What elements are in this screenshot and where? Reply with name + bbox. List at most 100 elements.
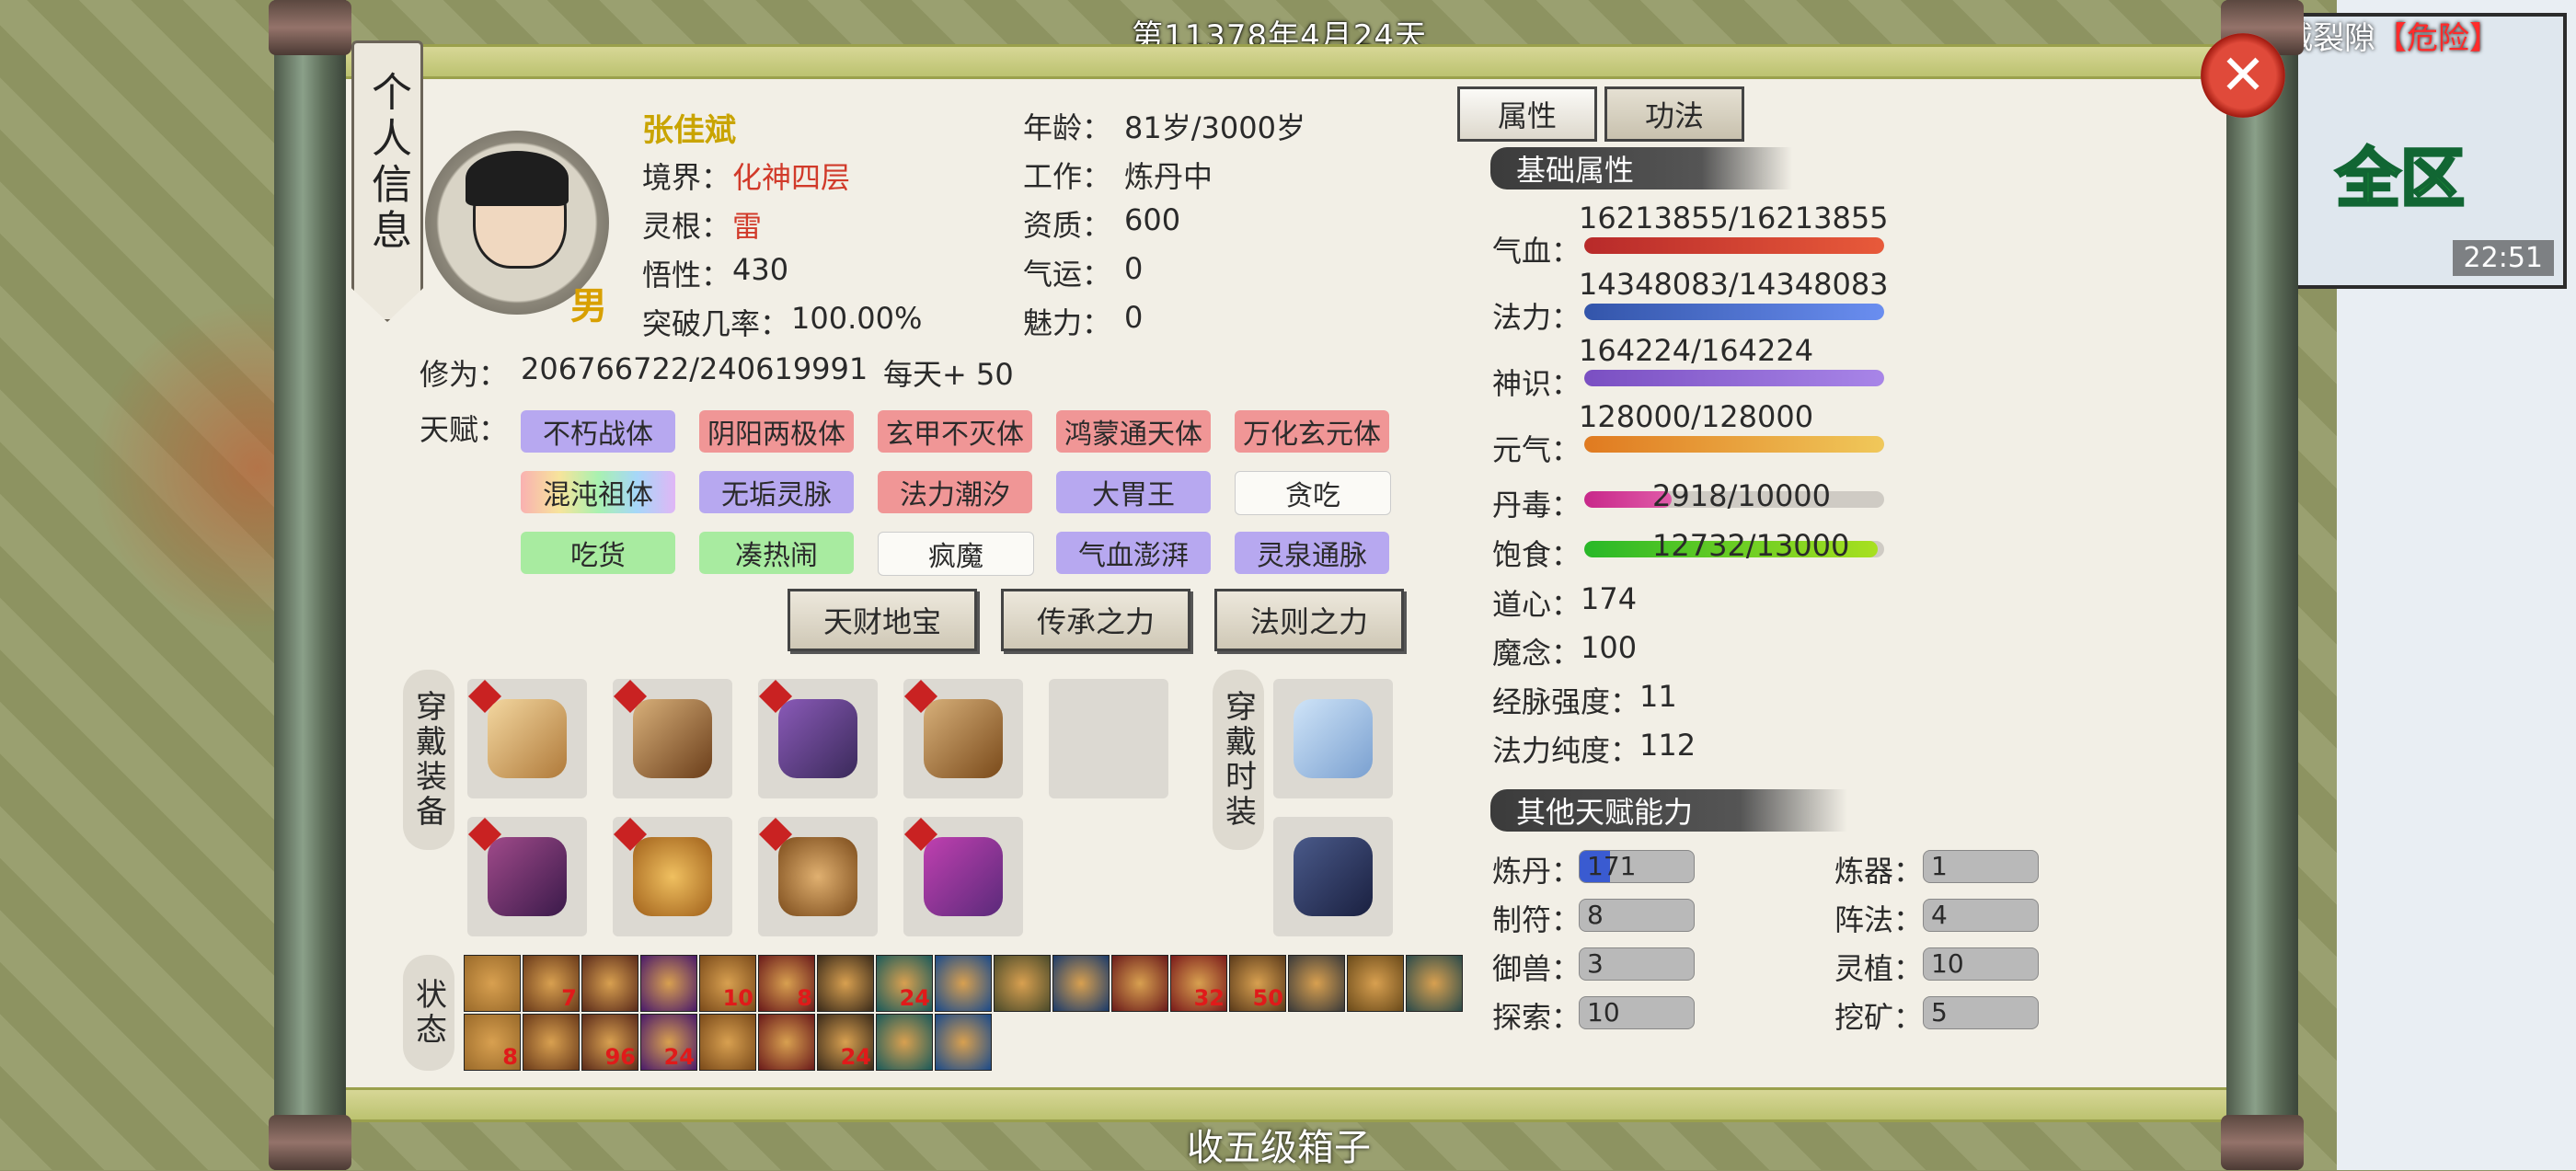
scroll-band-top [346, 44, 2226, 79]
attribute-value: 174 [1581, 581, 1638, 616]
panel-title-ribbon: 个人信息 [351, 40, 423, 322]
stat-value: 81岁/3000岁 [1124, 110, 1305, 145]
talent-chip[interactable]: 凑热闹 [699, 532, 854, 574]
equipment-icon [633, 837, 712, 916]
stat-label: 魅力： [1023, 305, 1112, 340]
talent-chip[interactable]: 气血澎湃 [1056, 532, 1211, 574]
talent-chip[interactable]: 玄甲不灭体 [878, 410, 1032, 453]
status-buff-icon[interactable]: 24 [640, 1014, 697, 1071]
scroll-rod-right [2226, 0, 2298, 1170]
attribute-value: 164224/164224 [1579, 333, 1814, 368]
stat-value: 炼丹中 [1124, 159, 1213, 194]
status-buff-icon[interactable]: 8 [464, 1014, 521, 1071]
status-buff-icon[interactable] [935, 955, 992, 1012]
equipment-icon [924, 699, 1003, 778]
talent-chip[interactable]: 鸿蒙通天体 [1056, 410, 1211, 453]
status-buff-icon[interactable] [1288, 955, 1345, 1012]
stat-value: 0 [1124, 300, 1144, 335]
talent-chip[interactable]: 疯魔 [878, 532, 1034, 576]
attribute-bar [1584, 304, 1884, 320]
action-button[interactable]: 法则之力 [1214, 589, 1404, 651]
stat-label: 年龄： [1023, 110, 1112, 145]
close-icon[interactable]: ✕ [2201, 33, 2285, 118]
fashion-slot[interactable] [1273, 817, 1393, 936]
status-buff-icon[interactable]: 7 [523, 955, 580, 1012]
status-buff-icon[interactable] [1052, 955, 1110, 1012]
equipment-slot[interactable] [467, 817, 587, 936]
stat-value: 600 [1124, 202, 1181, 237]
status-buff-icon[interactable]: 50 [1229, 955, 1286, 1012]
attribute-label: 神识： [1492, 366, 1581, 401]
talent-chip[interactable]: 吃货 [521, 532, 675, 574]
status-buff-icon[interactable] [758, 1014, 815, 1071]
tab-attributes[interactable]: 属性 [1457, 86, 1597, 142]
talent-chip[interactable]: 阴阳两极体 [699, 410, 854, 453]
ability-label: 阵法： [1834, 902, 1924, 937]
status-buff-icon[interactable] [1347, 955, 1404, 1012]
status-buff-icon[interactable] [876, 1014, 933, 1071]
attribute-bar-fill [1584, 237, 1884, 254]
ability-value: 171 [1587, 851, 1637, 881]
ability-value: 5 [1931, 997, 1948, 1027]
equipment-slot[interactable] [903, 817, 1023, 936]
attribute-label: 法力： [1492, 300, 1581, 335]
action-button[interactable]: 传承之力 [1001, 589, 1190, 651]
talent-chip[interactable]: 无垢灵脉 [699, 471, 854, 513]
tab-techniques[interactable]: 功法 [1604, 86, 1744, 142]
status-buff-icon[interactable]: 8 [758, 955, 815, 1012]
equipment-slot[interactable] [758, 679, 878, 798]
equipment-slot[interactable] [613, 679, 732, 798]
status-buff-icon[interactable] [523, 1014, 580, 1071]
stat-label: 气运： [1023, 257, 1112, 292]
talent-chip[interactable]: 贪吃 [1235, 471, 1391, 515]
buff-count: 10 [722, 985, 753, 1011]
status-buff-icon[interactable]: 10 [699, 955, 756, 1012]
attribute-label: 道心： [1492, 587, 1581, 622]
attribute-value: 100 [1581, 630, 1638, 665]
other-abilities-header: 其他天赋能力 [1490, 789, 1847, 832]
talent-chip[interactable]: 不朽战体 [521, 410, 675, 453]
status-buff-icon[interactable]: 24 [876, 955, 933, 1012]
status-buff-icon[interactable] [1406, 955, 1463, 1012]
talent-chip[interactable]: 法力潮汐 [878, 471, 1032, 513]
fashion-slot[interactable] [1273, 679, 1393, 798]
status-buff-icon[interactable] [994, 955, 1051, 1012]
talent-chip[interactable]: 混沌祖体 [521, 471, 675, 513]
action-button[interactable]: 天财地宝 [788, 589, 977, 651]
stat-label: 悟性： [642, 258, 731, 293]
talent-chip[interactable]: 万化玄元体 [1235, 410, 1389, 453]
equipment-slot[interactable] [467, 679, 587, 798]
stat-value: 雷 [732, 209, 763, 244]
attribute-value: 112 [1639, 728, 1696, 763]
character-name: 张佳斌 [642, 112, 736, 149]
talent-chip[interactable]: 灵泉通脉 [1235, 532, 1389, 574]
equipment-slot[interactable] [1049, 679, 1168, 798]
status-buff-icon[interactable] [581, 955, 638, 1012]
status-buff-icon[interactable]: 24 [817, 1014, 874, 1071]
status-buff-icon[interactable] [817, 955, 874, 1012]
status-buff-icon[interactable] [640, 955, 697, 1012]
attribute-value: 14348083/14348083 [1579, 267, 1889, 302]
ability-label: 挖矿： [1834, 1000, 1924, 1035]
equipment-slot[interactable] [613, 817, 732, 936]
talent-chip[interactable]: 大胃王 [1056, 471, 1211, 513]
attribute-label: 元气： [1492, 432, 1581, 467]
ability-value: 10 [1587, 997, 1620, 1027]
status-buff-icon[interactable]: 32 [1170, 955, 1227, 1012]
attribute-value: 2918/10000 [1652, 478, 1832, 513]
status-buff-icon[interactable] [1111, 955, 1168, 1012]
rift-notice: 城裂隙【危险】 [2282, 13, 2501, 58]
attribute-value: 12732/13000 [1652, 528, 1850, 563]
status-buff-icon[interactable] [464, 955, 521, 1012]
ability-value: 1 [1931, 851, 1948, 881]
buff-count: 50 [1252, 985, 1283, 1011]
rod-cap [269, 1115, 351, 1170]
equipment-slot[interactable] [758, 817, 878, 936]
status-buff-icon[interactable] [699, 1014, 756, 1071]
ability-bar: 10 [1579, 996, 1695, 1029]
status-buff-icon[interactable] [935, 1014, 992, 1071]
equipment-icon [778, 837, 857, 916]
status-buff-icon[interactable]: 96 [581, 1014, 638, 1071]
equipment-slot[interactable] [903, 679, 1023, 798]
ability-label: 制符： [1492, 902, 1581, 937]
